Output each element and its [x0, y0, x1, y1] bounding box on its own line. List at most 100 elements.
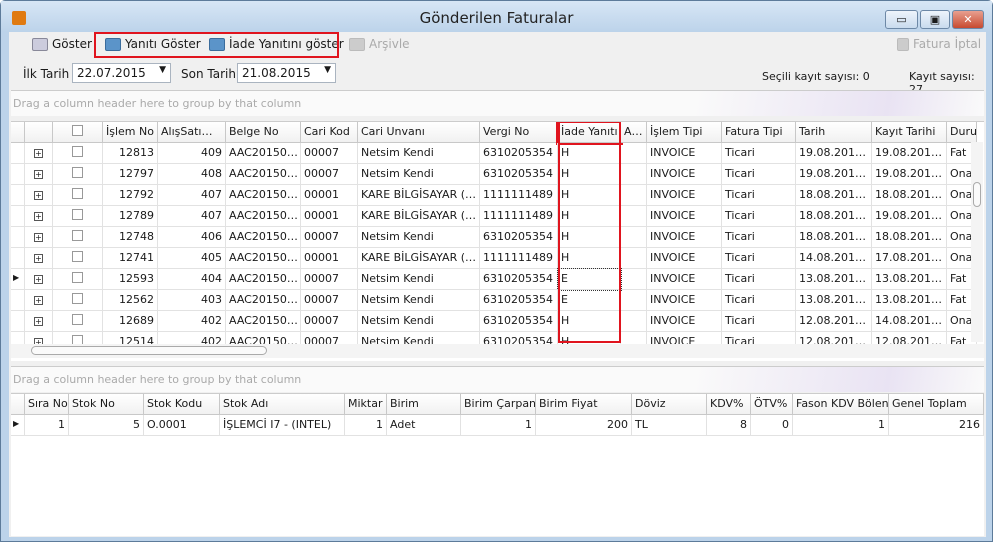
column-header[interactable]: Stok Adı [220, 394, 345, 415]
ilk-tarih-combo[interactable]: 22.07.2015 ▼ [72, 63, 171, 83]
row-checkbox[interactable] [72, 167, 83, 178]
checkbox-cell[interactable] [53, 248, 103, 269]
cell [621, 227, 647, 248]
arsivle-button[interactable]: Arşivle [349, 37, 410, 51]
title-bar: Gönderilen Faturalar ▭ ▣ ✕ [1, 1, 992, 32]
column-header[interactable]: Cari Kod [301, 122, 358, 143]
horizontal-scrollbar[interactable] [11, 344, 984, 358]
expand-cell[interactable]: + [25, 248, 53, 269]
table-row[interactable]: +12748 406 AAC20150… 00007 Netsim Kendi 63102… [11, 227, 977, 248]
group-panel-top[interactable]: Drag a column header here to group by th… [11, 90, 984, 116]
checkbox-cell[interactable] [53, 206, 103, 227]
column-header[interactable]: Belge No [226, 122, 301, 143]
table-row[interactable]: +12792 407 AAC20150… 00001 KARE BİLGİSAYAR (… [11, 185, 977, 206]
expand-icon[interactable]: + [34, 275, 43, 284]
column-header[interactable]: Birim [387, 394, 461, 415]
vertical-scrollbar[interactable] [971, 142, 983, 342]
column-header[interactable]: Vergi No [480, 122, 558, 143]
column-header[interactable]: İşlem No [103, 122, 158, 143]
column-header[interactable]: Fatura Tipi [722, 122, 796, 143]
checkbox-cell[interactable] [53, 164, 103, 185]
column-header[interactable]: Stok No [69, 394, 144, 415]
expand-cell[interactable]: + [25, 227, 53, 248]
row-checkbox[interactable] [72, 314, 83, 325]
expand-icon[interactable]: + [34, 149, 43, 158]
table-row[interactable]: +12689 402 AAC20150… 00007 Netsim Kendi 63102… [11, 311, 977, 332]
son-tarih-label: Son Tarih [181, 67, 236, 81]
cell: 12689 [103, 311, 158, 332]
group-panel-bottom[interactable]: Drag a column header here to group by th… [11, 366, 984, 392]
column-header[interactable]: ÖTV% [751, 394, 793, 415]
column-header[interactable]: Durum [947, 122, 977, 143]
fatura-iptal-button[interactable]: Fatura İptal [897, 37, 981, 51]
row-checkbox[interactable] [72, 230, 83, 241]
goster-button[interactable]: Göster [32, 37, 92, 51]
cell: AAC20150… [226, 206, 301, 227]
row-checkbox[interactable] [72, 272, 83, 283]
cell: Ticari [722, 206, 796, 227]
column-header[interactable]: Fason KDV Böleni [793, 394, 889, 415]
checkbox-cell[interactable] [53, 185, 103, 206]
scrollbar-thumb[interactable] [31, 346, 267, 355]
son-tarih-combo[interactable]: 21.08.2015 ▼ [237, 63, 336, 83]
expand-cell[interactable]: + [25, 290, 53, 311]
expand-cell[interactable]: + [25, 269, 53, 290]
table-row[interactable]: +12797 408 AAC20150… 00007 Netsim Kendi 63102… [11, 164, 977, 185]
column-header[interactable]: A… [621, 122, 647, 143]
close-button[interactable]: ✕ [952, 10, 984, 29]
expand-icon[interactable]: + [34, 296, 43, 305]
expand-icon[interactable]: + [34, 191, 43, 200]
expand-icon[interactable]: + [34, 212, 43, 221]
row-checkbox[interactable] [72, 188, 83, 199]
cell: 6310205354 [480, 290, 558, 311]
column-header[interactable]: Kayıt Tarihi [872, 122, 947, 143]
expand-cell[interactable]: + [25, 206, 53, 227]
column-header[interactable]: Birim Fiyat [536, 394, 632, 415]
cell: 1 [25, 415, 69, 436]
column-header[interactable]: Miktar [345, 394, 387, 415]
expand-icon[interactable]: + [34, 233, 43, 242]
expand-icon[interactable]: + [34, 317, 43, 326]
minimize-button[interactable]: ▭ [885, 10, 918, 29]
select-all-checkbox[interactable] [72, 125, 83, 136]
row-checkbox[interactable] [72, 293, 83, 304]
expand-cell[interactable]: + [25, 143, 53, 164]
table-row[interactable]: +12562 403 AAC20150… 00007 Netsim Kendi 63102… [11, 290, 977, 311]
column-header[interactable]: Sıra No [25, 394, 69, 415]
expand-cell[interactable]: + [25, 311, 53, 332]
column-header[interactable]: AlışSatı… [158, 122, 226, 143]
column-header[interactable]: Genel Toplam [889, 394, 984, 415]
expand-cell[interactable]: + [25, 185, 53, 206]
expand-cell[interactable]: + [25, 164, 53, 185]
checkbox-cell[interactable] [53, 269, 103, 290]
table-row[interactable]: ▶ +12593 404 AAC20150… 00007 Netsim Kendi 6310… [11, 268, 977, 291]
chevron-down-icon[interactable]: ▼ [324, 65, 331, 75]
expand-icon[interactable]: + [34, 254, 43, 263]
row-checkbox[interactable] [72, 209, 83, 220]
chevron-down-icon[interactable]: ▼ [159, 65, 166, 75]
table-row[interactable]: +12741 405 AAC20150… 00001 KARE BİLGİSAYAR (… [11, 248, 977, 269]
table-row[interactable]: +12813 409 AAC20150… 00007 Netsim Kendi 63102… [11, 143, 977, 164]
column-header[interactable]: Stok Kodu [144, 394, 220, 415]
cell: 405 [158, 248, 226, 269]
column-header[interactable]: Birim Çarpanı [461, 394, 536, 415]
checkbox-cell[interactable] [53, 311, 103, 332]
checkbox-cell[interactable] [53, 143, 103, 164]
column-header[interactable]: Tarih [796, 122, 872, 143]
expand-icon[interactable]: + [34, 170, 43, 179]
maximize-button[interactable]: ▣ [920, 10, 950, 29]
table-row[interactable]: ▶ 1 5 O.0001 İŞLEMCİ I7 - (INTEL) 1 Adet 1 200 TL… [11, 415, 984, 436]
row-checkbox[interactable] [72, 251, 83, 262]
checkbox-cell[interactable] [53, 227, 103, 248]
highlight-box [94, 32, 339, 58]
column-header[interactable]: Cari Unvanı [358, 122, 480, 143]
scrollbar-thumb[interactable] [973, 182, 981, 207]
column-header[interactable]: Döviz [632, 394, 707, 415]
column-header[interactable]: KDV% [707, 394, 751, 415]
row-checkbox[interactable] [72, 146, 83, 157]
select-all-header[interactable] [53, 122, 103, 143]
cell: 18.08.201… [796, 206, 872, 227]
column-header[interactable]: İşlem Tipi [647, 122, 722, 143]
checkbox-cell[interactable] [53, 290, 103, 311]
table-row[interactable]: +12789 407 AAC20150… 00001 KARE BİLGİSAYAR (… [11, 206, 977, 227]
